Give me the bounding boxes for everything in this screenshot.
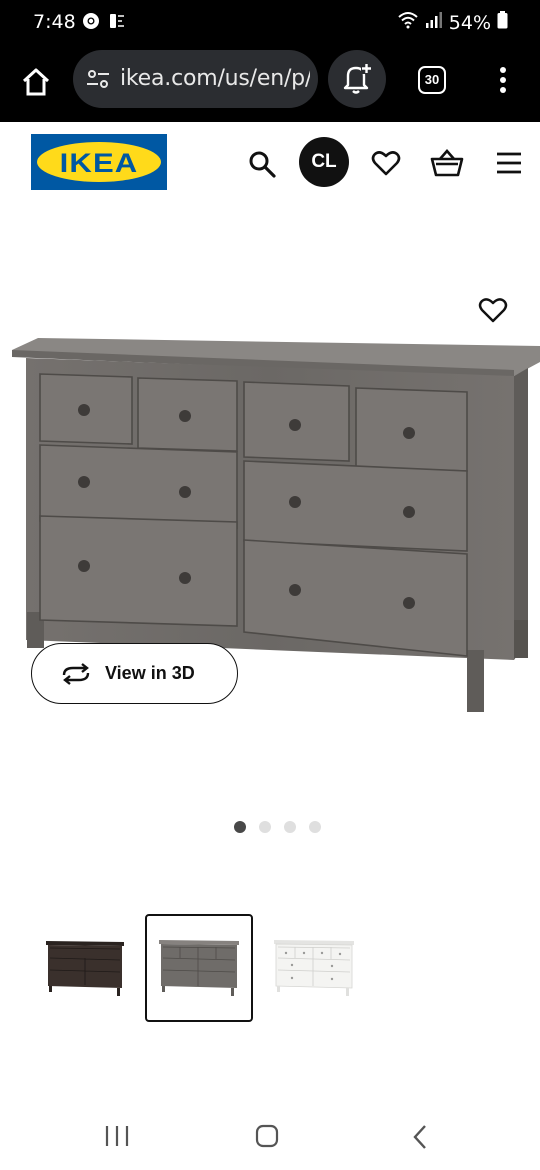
carousel-dot[interactable] — [284, 821, 296, 833]
carousel-dot[interactable] — [234, 821, 246, 833]
variant-black-brown[interactable] — [30, 914, 138, 1022]
back-icon[interactable] — [410, 1124, 430, 1155]
url-text[interactable]: ikea.com/us/en/p/ — [120, 66, 310, 91]
address-bar[interactable]: ikea.com/us/en/p/ — [73, 50, 318, 108]
basket-icon[interactable] — [430, 148, 464, 183]
battery-percent: 54% — [448, 11, 491, 34]
account-avatar[interactable]: CL — [299, 137, 349, 187]
variant-white-stain[interactable] — [262, 914, 370, 1022]
view-in-3d-label: View in 3D — [105, 663, 195, 683]
save-to-favorites-icon[interactable] — [478, 296, 508, 329]
recent-apps-icon[interactable] — [104, 1124, 130, 1153]
add-alert-button[interactable] — [328, 50, 386, 108]
menu-icon[interactable] — [495, 151, 523, 180]
signal-icon — [425, 11, 443, 34]
view-in-3d-button[interactable]: View in 3D — [31, 643, 238, 704]
home-nav-icon[interactable] — [255, 1124, 279, 1153]
system-nav-bar — [0, 1104, 540, 1170]
browser-toolbar: ikea.com/us/en/p/ 30 — [0, 46, 540, 122]
carousel-dot[interactable] — [309, 821, 321, 833]
site-settings-icon[interactable] — [85, 67, 111, 91]
logo-text: IKEA — [59, 148, 139, 178]
ikea-logo[interactable]: IKEA — [31, 134, 167, 190]
search-icon[interactable] — [248, 150, 276, 183]
carousel-dot[interactable] — [259, 821, 271, 833]
heart-icon[interactable] — [371, 149, 401, 182]
more-icon[interactable] — [493, 65, 513, 95]
status-bar: 7:48 54% — [0, 0, 540, 46]
status-time: 7:48 — [33, 11, 76, 33]
notification-icon — [106, 12, 126, 35]
variant-dark-gray[interactable] — [145, 914, 253, 1022]
carousel-indicator — [234, 821, 321, 833]
tabs-button[interactable]: 30 — [418, 66, 446, 94]
add-alert-icon — [343, 63, 372, 94]
site-header: IKEA CL — [0, 122, 540, 202]
rotate-3d-icon — [62, 663, 90, 685]
home-icon[interactable] — [18, 64, 54, 100]
battery-icon — [497, 11, 508, 34]
chrome-icon — [82, 12, 100, 35]
wifi-icon — [397, 11, 419, 34]
